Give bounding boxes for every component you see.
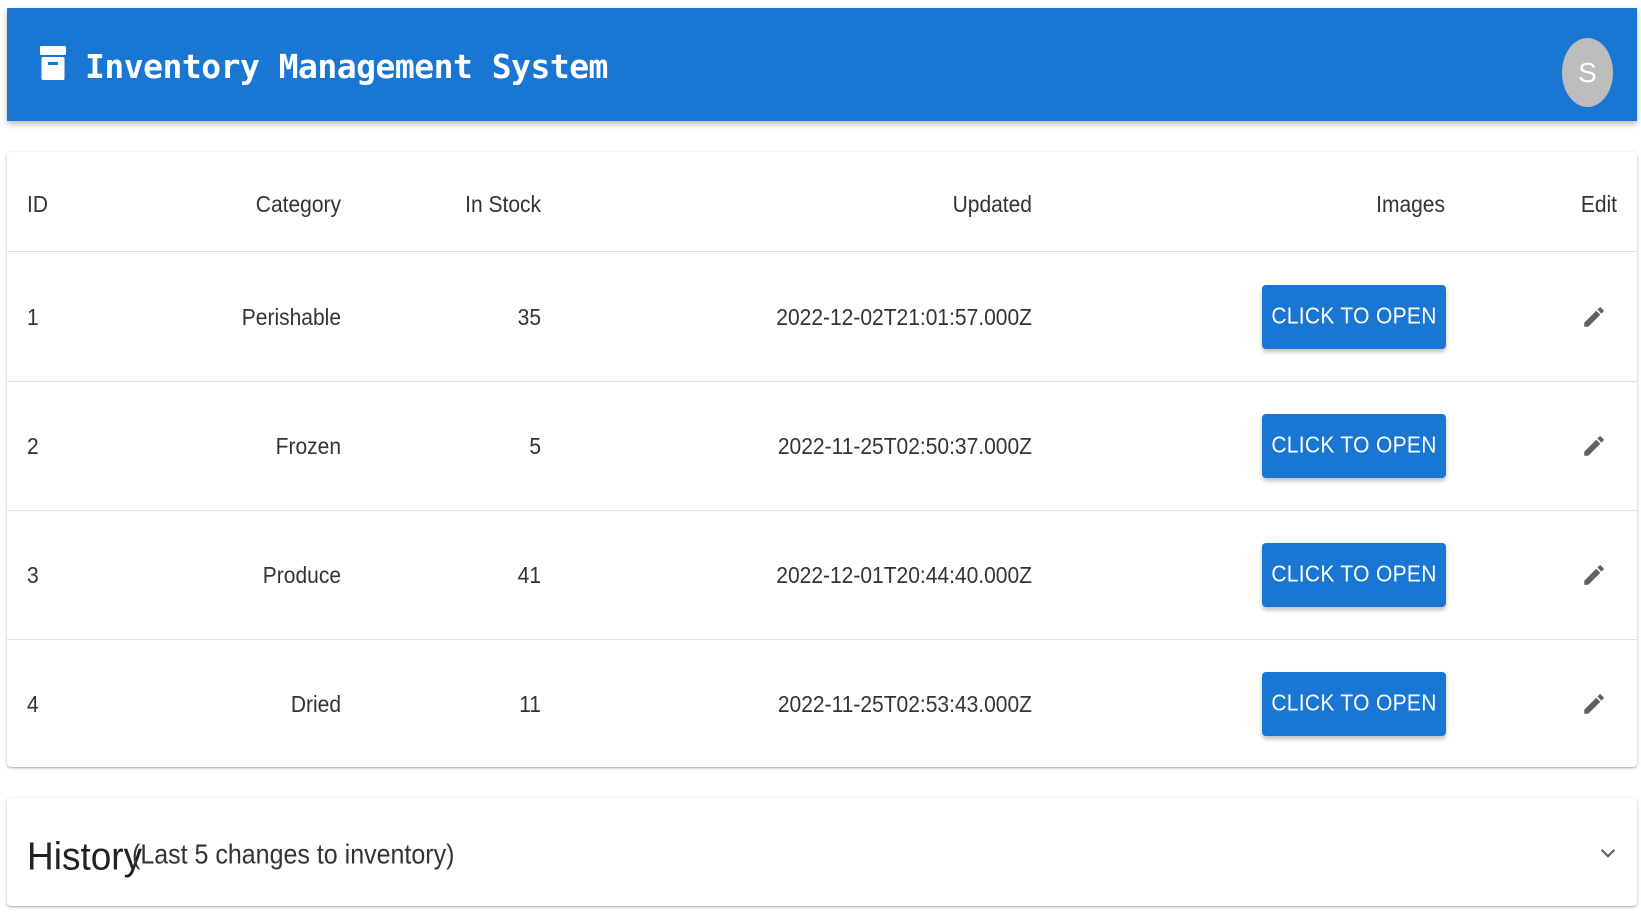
history-accordion[interactable]: History (Last 5 changes to inventory) [7, 798, 1637, 906]
table-row: 4 Dried 11 2022-11-25T02:53:43.000Z CLIC… [7, 640, 1637, 769]
cell-id: 1 [27, 304, 39, 331]
open-images-label: CLICK TO OPEN [1271, 303, 1437, 330]
app-title: Inventory Management System [85, 47, 608, 86]
cell-id: 2 [27, 433, 39, 460]
column-header-images: Images [1376, 191, 1445, 218]
edit-button[interactable] [1575, 555, 1613, 595]
edit-button[interactable] [1575, 684, 1613, 724]
pencil-icon [1584, 307, 1604, 327]
open-images-button[interactable]: CLICK TO OPEN [1262, 285, 1446, 349]
cell-updated: 2022-11-25T02:53:43.000Z [777, 691, 1032, 718]
open-images-button[interactable]: CLICK TO OPEN [1262, 414, 1446, 478]
open-images-label: CLICK TO OPEN [1271, 432, 1437, 459]
open-images-label: CLICK TO OPEN [1271, 561, 1437, 588]
pencil-icon [1584, 436, 1604, 456]
inventory-table: ID Category In Stock Updated Images Edit… [7, 152, 1637, 767]
pencil-icon [1584, 565, 1604, 585]
pencil-icon [1584, 694, 1604, 714]
cell-updated: 2022-12-02T21:01:57.000Z [776, 304, 1032, 331]
cell-id: 4 [27, 691, 39, 718]
edit-button[interactable] [1575, 426, 1613, 466]
open-images-button[interactable]: CLICK TO OPEN [1262, 672, 1446, 736]
cell-in-stock: 41 [517, 562, 541, 589]
cell-id: 3 [27, 562, 39, 589]
history-subtitle: (Last 5 changes to inventory) [132, 839, 455, 871]
column-header-updated: Updated [952, 191, 1032, 218]
cell-in-stock: 5 [529, 433, 541, 460]
cell-updated: 2022-11-25T02:50:37.000Z [777, 433, 1032, 460]
edit-button[interactable] [1575, 297, 1613, 337]
column-header-in-stock: In Stock [465, 191, 541, 218]
table-row: 1 Perishable 35 2022-12-02T21:01:57.000Z… [7, 253, 1637, 382]
history-title: History [27, 834, 143, 878]
table-row: 2 Frozen 5 2022-11-25T02:50:37.000Z CLIC… [7, 382, 1637, 511]
cell-updated: 2022-12-01T20:44:40.000Z [776, 562, 1032, 589]
cell-category: Perishable [241, 304, 341, 331]
app-bar: Inventory Management System S [7, 8, 1637, 121]
user-avatar[interactable]: S [1562, 38, 1613, 107]
cell-category: Frozen [275, 433, 341, 460]
cell-in-stock: 35 [517, 304, 541, 331]
table-header-row: ID Category In Stock Updated Images Edit [7, 152, 1637, 252]
open-images-button[interactable]: CLICK TO OPEN [1262, 543, 1446, 607]
column-header-id: ID [27, 191, 48, 218]
cell-in-stock: 11 [519, 691, 541, 718]
column-header-edit: Edit [1580, 191, 1617, 218]
inventory-icon [40, 46, 66, 80]
open-images-label: CLICK TO OPEN [1271, 690, 1437, 717]
chevron-down-icon[interactable] [1597, 842, 1619, 864]
cell-category: Dried [290, 691, 341, 718]
table-row: 3 Produce 41 2022-12-01T20:44:40.000Z CL… [7, 511, 1637, 640]
cell-category: Produce [262, 562, 341, 589]
column-header-category: Category [255, 191, 341, 218]
